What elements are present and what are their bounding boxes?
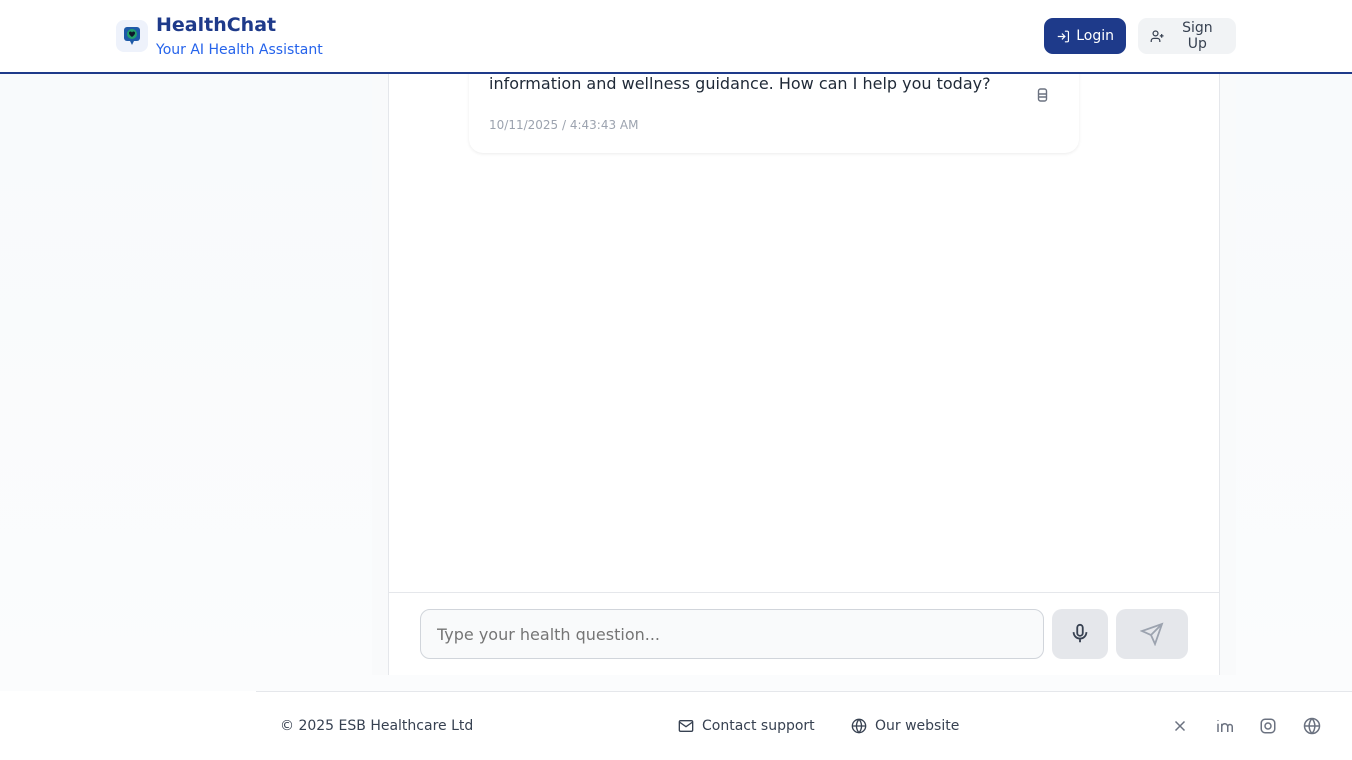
mail-icon: [678, 720, 694, 732]
our-website-label: Our website: [875, 718, 960, 734]
contact-support-label: Contact support: [702, 718, 815, 734]
signup-label: Sign Up: [1182, 20, 1213, 52]
footer: © 2025 ESB Healthcare Ltd Contact suppor…: [256, 691, 1352, 760]
website-globe-icon[interactable]: [1303, 717, 1321, 735]
send-button[interactable]: [1116, 609, 1188, 659]
healthchat-logo-icon: [116, 20, 148, 52]
contact-support-link[interactable]: Contact support: [678, 718, 815, 734]
microphone-button[interactable]: [1052, 609, 1108, 659]
our-website-link[interactable]: Our website: [851, 718, 959, 734]
login-button[interactable]: Login: [1044, 18, 1126, 54]
instagram-icon[interactable]: [1259, 717, 1277, 735]
globe-icon: [851, 718, 867, 734]
message-input-bar: [389, 592, 1219, 675]
login-label: Login: [1076, 28, 1114, 44]
send-icon: [1140, 622, 1164, 646]
login-icon: [1057, 30, 1070, 42]
message-timestamp: 10/11/2025 / 4:43:43 AM: [489, 118, 639, 132]
copyright-text: © 2025 ESB Healthcare Ltd: [280, 718, 474, 734]
app-subtitle: Your AI Health Assistant: [156, 42, 323, 58]
signup-button[interactable]: Sign Up: [1138, 18, 1236, 54]
x-icon[interactable]: [1171, 717, 1189, 735]
app-header: HealthChat Your AI Health Assistant Logi…: [0, 0, 1352, 74]
message-text: information and wellness guidance. How c…: [489, 74, 991, 93]
app-title: HealthChat: [156, 14, 277, 36]
microphone-icon: [1072, 623, 1088, 643]
linkedin-icon[interactable]: [1215, 717, 1233, 735]
chat-window: information and wellness guidance. How c…: [388, 54, 1220, 675]
copy-icon[interactable]: [1037, 87, 1048, 106]
user-plus-icon: [1150, 29, 1164, 42]
message-input[interactable]: [420, 609, 1044, 659]
